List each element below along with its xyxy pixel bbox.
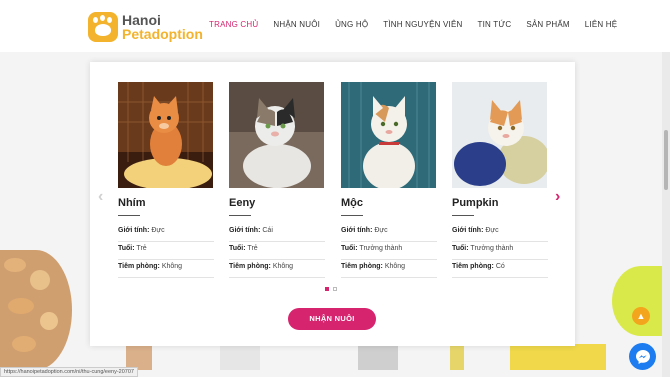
name-underline: [341, 215, 363, 216]
pet-photo[interactable]: [452, 82, 547, 188]
main-nav: TRANG CHỦ NHẬN NUÔI ỦNG HỘ TÌNH NGUYỆN V…: [209, 20, 632, 29]
pet-vaccine-row: Tiêm phòng: Không: [229, 260, 325, 278]
pet-carousel-card: ‹ › Nhím Giới tính: Đực Tuổi: Trẻ Tiêm p…: [90, 62, 575, 346]
logo-line-1: Hanoi: [122, 12, 161, 28]
age-value: Trẻ: [136, 245, 147, 252]
vaccine-label: Tiêm phòng:: [118, 263, 160, 270]
adopt-button[interactable]: NHẬN NUÔI: [288, 308, 376, 330]
gender-value: Đực: [374, 227, 388, 234]
site-logo[interactable]: Hanoi Petadoption: [88, 10, 203, 44]
vaccine-value: Không: [384, 263, 406, 270]
chevron-right-icon[interactable]: ›: [555, 188, 560, 206]
nav-item-news[interactable]: TIN TỨC: [477, 20, 511, 29]
decor-cookies: [0, 240, 80, 377]
carousel-dot-2[interactable]: [333, 287, 337, 291]
pet-card[interactable]: Mộc Giới tính: Đực Tuổi: Trưởng thành Ti…: [341, 82, 437, 278]
nav-item-adopt[interactable]: NHẬN NUÔI: [273, 20, 320, 29]
chevron-left-icon[interactable]: ‹: [98, 188, 103, 206]
pet-vaccine-row: Tiêm phòng: Có: [452, 260, 548, 278]
age-label: Tuổi:: [229, 245, 246, 252]
pet-gender-row: Giới tính: Đực: [341, 224, 437, 242]
scrollbar-thumb[interactable]: [664, 130, 668, 190]
pet-card[interactable]: Eeny Giới tính: Cái Tuổi: Trẻ Tiêm phòng…: [229, 82, 325, 278]
pet-photo[interactable]: [341, 82, 436, 188]
vaccine-label: Tiêm phòng:: [452, 263, 494, 270]
vaccine-value: Không: [161, 263, 183, 270]
vaccine-label: Tiêm phòng:: [229, 263, 271, 270]
pet-card[interactable]: Pumpkin Giới tính: Đực Tuổi: Trưởng thàn…: [452, 82, 548, 278]
pet-gender-row: Giới tính: Đực: [118, 224, 214, 242]
name-underline: [118, 215, 140, 216]
pet-age-row: Tuổi: Trưởng thành: [341, 242, 437, 260]
age-label: Tuổi:: [452, 245, 469, 252]
age-label: Tuổi:: [118, 245, 135, 252]
gender-value: Đực: [485, 227, 499, 234]
age-value: Trưởng thành: [470, 245, 514, 252]
paw-logo-icon: [88, 12, 118, 42]
age-value: Trưởng thành: [359, 245, 403, 252]
messenger-icon[interactable]: [629, 343, 656, 370]
name-underline: [229, 215, 251, 216]
pet-name[interactable]: Eeny: [229, 197, 325, 209]
pet-name[interactable]: Pumpkin: [452, 197, 548, 209]
pet-age-row: Tuổi: Trẻ: [229, 242, 325, 260]
gender-value: Cái: [262, 227, 273, 234]
pet-vaccine-row: Tiêm phòng: Không: [118, 260, 214, 278]
pet-photo[interactable]: [118, 82, 213, 188]
pet-age-row: Tuổi: Trưởng thành: [452, 242, 548, 260]
site-header: Hanoi Petadoption TRANG CHỦ NHẬN NUÔI ỦN…: [0, 0, 670, 52]
logo-text: Hanoi Petadoption: [122, 13, 203, 41]
pet-photo[interactable]: [229, 82, 324, 188]
decor-bottom-items: [120, 344, 620, 370]
carousel-dot-1[interactable]: [325, 287, 329, 291]
nav-item-volunteer[interactable]: TÌNH NGUYỆN VIÊN: [383, 20, 462, 29]
pet-card[interactable]: Nhím Giới tính: Đực Tuổi: Trẻ Tiêm phòng…: [118, 82, 214, 278]
pet-vaccine-row: Tiêm phòng: Không: [341, 260, 437, 278]
nav-item-home[interactable]: TRANG CHỦ: [209, 20, 258, 29]
gender-label: Giới tính:: [452, 227, 484, 234]
nav-item-donate[interactable]: ỦNG HỘ: [335, 20, 368, 29]
nav-item-contact[interactable]: LIÊN HỆ: [585, 20, 618, 29]
pet-age-row: Tuổi: Trẻ: [118, 242, 214, 260]
gender-value: Đực: [151, 227, 165, 234]
age-label: Tuổi:: [341, 245, 358, 252]
nav-item-products[interactable]: SẢN PHẨM: [526, 20, 569, 29]
age-value: Trẻ: [247, 245, 258, 252]
pet-gender-row: Giới tính: Cái: [229, 224, 325, 242]
pet-name[interactable]: Mộc: [341, 197, 437, 209]
logo-line-2: Petadoption: [122, 26, 203, 42]
gender-label: Giới tính:: [118, 227, 150, 234]
carousel-dots: [325, 287, 337, 291]
arrow-up-icon[interactable]: ▲: [632, 307, 650, 325]
vaccine-value: Không: [272, 263, 294, 270]
vaccine-label: Tiêm phòng:: [341, 263, 383, 270]
pet-gender-row: Giới tính: Đực: [452, 224, 548, 242]
gender-label: Giới tính:: [341, 227, 373, 234]
status-bar-url: https://hanoipetadoption.com/ni/thu-cung…: [0, 367, 138, 377]
name-underline: [452, 215, 474, 216]
vaccine-value: Có: [495, 263, 505, 270]
pet-name[interactable]: Nhím: [118, 197, 214, 209]
gender-label: Giới tính:: [229, 227, 261, 234]
